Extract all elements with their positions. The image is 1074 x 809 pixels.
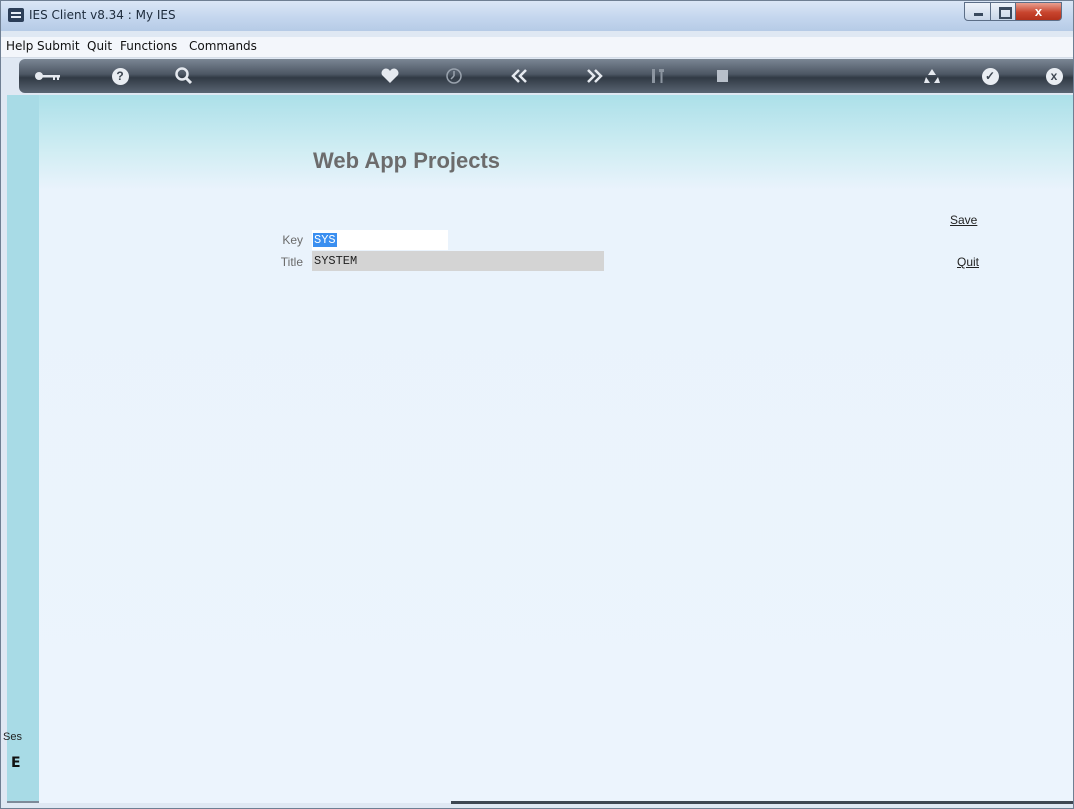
- search-icon[interactable]: [173, 65, 195, 87]
- status-strip: [451, 801, 1073, 804]
- help-icon[interactable]: ?: [109, 65, 131, 87]
- title-bar: IES Client v8.34 : My IES x: [1, 1, 1073, 31]
- close-icon: x: [1034, 4, 1043, 19]
- tools-icon[interactable]: [647, 65, 669, 87]
- session-panel: [7, 95, 39, 801]
- stop-icon[interactable]: [711, 65, 733, 87]
- forward-icon[interactable]: [583, 65, 605, 87]
- key-icon[interactable]: [33, 65, 63, 87]
- check-icon[interactable]: ✓: [979, 65, 1001, 87]
- key-label: Key: [282, 233, 303, 247]
- title-input[interactable]: SYSTEM: [312, 251, 604, 271]
- session-icon[interactable]: E: [11, 755, 21, 771]
- close-icon[interactable]: x: [1043, 65, 1065, 87]
- recycle-icon[interactable]: [921, 65, 943, 87]
- quit-link[interactable]: Quit: [957, 255, 979, 269]
- session-label: Ses: [3, 731, 22, 743]
- window-title: IES Client v8.34 : My IES: [29, 8, 176, 22]
- page-title: Web App Projects: [313, 148, 501, 173]
- title-value: SYSTEM: [314, 254, 358, 268]
- maximize-icon: [999, 7, 1012, 19]
- heart-icon[interactable]: [379, 65, 401, 87]
- toolbar: ? ✓ x: [19, 59, 1073, 93]
- menu-help[interactable]: Help: [6, 39, 33, 53]
- menu-bar: Help Submit Quit Functions Commands: [1, 37, 1073, 58]
- title-label: Title: [280, 255, 303, 269]
- menu-submit[interactable]: Submit: [37, 39, 80, 53]
- close-window-button[interactable]: x: [1015, 2, 1062, 21]
- minimize-button[interactable]: [964, 2, 991, 21]
- rewind-icon[interactable]: [509, 65, 531, 87]
- menu-commands[interactable]: Commands: [189, 39, 257, 53]
- key-value: SYS: [313, 233, 337, 247]
- session-divider: [7, 801, 39, 803]
- app-icon[interactable]: [8, 8, 24, 22]
- menu-functions[interactable]: Functions: [120, 39, 177, 53]
- main-content: Web App Projects Key SYS Title SYSTEM Sa…: [39, 95, 1073, 803]
- maximize-button[interactable]: [990, 2, 1016, 21]
- save-link[interactable]: Save: [950, 213, 977, 227]
- minimize-icon: [974, 13, 983, 16]
- app-window: IES Client v8.34 : My IES x Help Submit …: [0, 0, 1074, 809]
- menu-quit[interactable]: Quit: [87, 39, 112, 53]
- clock-icon[interactable]: [443, 65, 465, 87]
- key-input[interactable]: SYS: [312, 230, 448, 250]
